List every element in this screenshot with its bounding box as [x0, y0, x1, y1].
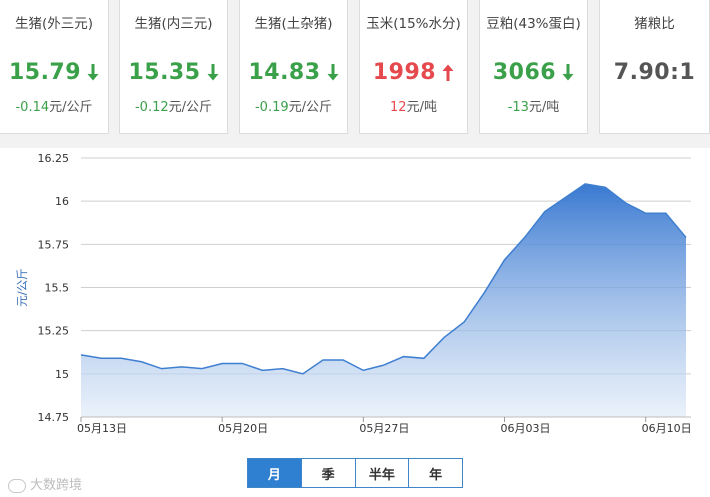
- price-area-chart: 14.75 15 15.25 15.5 15.75 16 16.25 05月13日 05月20日…: [15, 152, 692, 435]
- card-name: 豆粕(43%蛋白): [486, 16, 581, 32]
- card-name: 玉米(15%水分): [366, 16, 461, 32]
- card-price-row: 3066: [480, 60, 587, 85]
- card-price: 15.35: [128, 60, 201, 85]
- x-tick-label: 05月27日: [359, 422, 409, 435]
- card-change-unit: 元/吨: [406, 100, 437, 115]
- card-price: 7.90:1: [613, 60, 696, 85]
- watermark-logo-icon: [8, 478, 26, 493]
- y-axis-label: 元/公斤: [15, 268, 29, 306]
- card-change: -0.14元/公斤: [0, 96, 108, 115]
- price-cards-panel: 生猪(外三元) 15.79 -0.14元/公斤 生猪(内三元) 15.35 -0.12元/…: [0, 0, 710, 148]
- x-tick-label: 05月20日: [218, 422, 268, 435]
- card-price: 15.79: [8, 60, 82, 85]
- watermark: 大数跨境: [8, 474, 82, 493]
- card-change-unit: 元/公斤: [168, 100, 213, 115]
- x-tick-label: 06月10日: [642, 422, 692, 435]
- y-tick-label: 15.75: [38, 238, 70, 251]
- y-tick-label: 15.25: [38, 325, 70, 338]
- card-price: 3066: [492, 60, 557, 85]
- price-card: 猪粮比 7.90:1: [599, 0, 710, 134]
- x-tick-label: 05月13日: [77, 422, 127, 435]
- y-tick-label: 14.75: [38, 411, 70, 424]
- series-area-fill: [81, 183, 686, 417]
- card-change-value: -13: [507, 100, 529, 115]
- series-area: [80, 183, 687, 417]
- arrow-up-icon: [442, 64, 454, 81]
- card-change: -0.19元/公斤: [240, 96, 347, 115]
- card-price-row: 7.90:1: [600, 60, 709, 85]
- price-card: 玉米(15%水分) 1998 12元/吨: [359, 0, 468, 134]
- tab-period[interactable]: 年: [408, 459, 462, 487]
- arrow-down-icon: [562, 64, 574, 81]
- card-price-row: 1998: [360, 60, 467, 85]
- arrow-down-icon: [87, 64, 99, 81]
- price-card: 生猪(土杂猪) 14.83 -0.19元/公斤: [239, 0, 348, 134]
- tab-period[interactable]: 季: [300, 459, 355, 487]
- card-name: 生猪(外三元): [14, 16, 94, 32]
- card-name: 生猪(内三元): [134, 16, 213, 32]
- card-change: -13元/吨: [480, 96, 587, 115]
- arrow-down-icon: [207, 64, 219, 81]
- tab-period[interactable]: 月: [248, 459, 301, 487]
- card-price: 1998: [372, 60, 437, 85]
- card-name: 猪粮比: [634, 16, 675, 32]
- y-tick-label: 15.5: [45, 282, 70, 295]
- card-price: 14.83: [248, 60, 321, 85]
- card-price-row: 14.83: [240, 60, 347, 85]
- card-change: -0.12元/公斤: [120, 96, 227, 115]
- card-change-value: -0.14: [15, 100, 50, 115]
- card-change-value: -0.12: [134, 100, 169, 115]
- watermark-text: 大数跨境: [30, 478, 83, 493]
- y-tick-label: 16.25: [38, 152, 70, 165]
- y-tick-label: 16: [55, 195, 69, 208]
- price-card: 生猪(外三元) 15.79 -0.14元/公斤: [0, 0, 109, 134]
- card-price-row: 15.79: [0, 60, 108, 85]
- card-change-unit: 元/吨: [528, 100, 560, 115]
- arrow-down-icon: [327, 64, 339, 81]
- card-change-value: 12: [390, 100, 407, 115]
- price-card: 生猪(内三元) 15.35 -0.12元/公斤: [119, 0, 228, 134]
- card-change-value: -0.19: [254, 100, 289, 115]
- period-tabs: 月季半年年: [247, 458, 463, 488]
- y-tick-label: 15: [55, 368, 69, 381]
- card-change: 12元/吨: [360, 96, 467, 115]
- price-card: 豆粕(43%蛋白) 3066 -13元/吨: [479, 0, 588, 134]
- tab-period[interactable]: 半年: [354, 459, 409, 487]
- card-change-unit: 元/公斤: [288, 100, 333, 115]
- card-change-unit: 元/公斤: [49, 100, 93, 115]
- card-name: 生猪(土杂猪): [254, 16, 333, 32]
- x-tick-label: 06月03日: [501, 422, 551, 435]
- card-price-row: 15.35: [120, 60, 227, 85]
